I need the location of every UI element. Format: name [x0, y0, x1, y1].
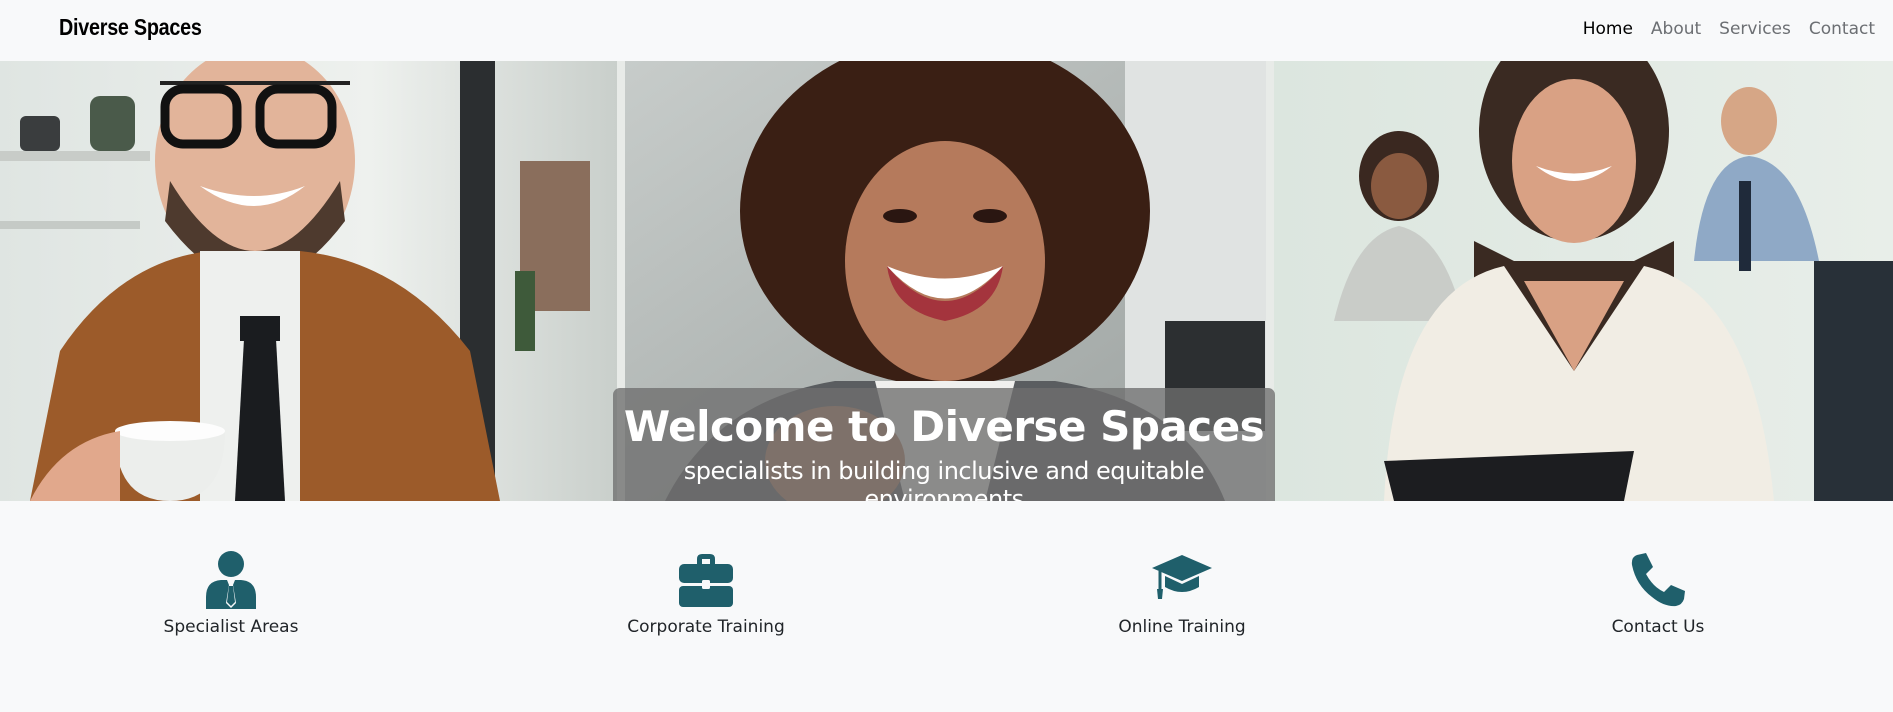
feature-label: Contact Us: [1611, 617, 1705, 637]
features-row: Specialist Areas Corporate Training Onli…: [0, 501, 1893, 712]
nav-links: Home About Services Contact: [1583, 19, 1875, 39]
hero-photo-man-with-coffee: [0, 61, 617, 501]
nav-link-about[interactable]: About: [1651, 19, 1701, 39]
feature-label: Specialist Areas: [163, 617, 299, 637]
phone-icon: [1631, 553, 1685, 607]
feature-contact-us[interactable]: Contact Us: [1508, 549, 1808, 637]
nav-link-home[interactable]: Home: [1583, 19, 1633, 39]
hero-subtitle: specialists in building inclusive and eq…: [683, 457, 1205, 501]
hero-title: Welcome to Diverse Spaces: [623, 402, 1265, 451]
feature-specialist-areas[interactable]: Specialist Areas: [81, 549, 381, 637]
briefcase-icon: [679, 554, 733, 607]
nav-link-services[interactable]: Services: [1719, 19, 1791, 39]
graduation-cap-icon: [1152, 555, 1212, 599]
hero-banner: Welcome to Diverse Spaces specialists in…: [0, 61, 1893, 501]
feature-label: Corporate Training: [627, 617, 785, 637]
nav-link-contact[interactable]: Contact: [1809, 19, 1875, 39]
navbar: Diverse Spaces Home About Services Conta…: [0, 0, 1893, 61]
feature-corporate-training[interactable]: Corporate Training: [556, 549, 856, 637]
hero-photo-woman-white-blouse: [1274, 61, 1893, 501]
feature-online-training[interactable]: Online Training: [1032, 549, 1332, 637]
feature-label: Online Training: [1118, 617, 1246, 637]
hero-caption: Welcome to Diverse Spaces specialists in…: [613, 388, 1275, 501]
brand-logo[interactable]: Diverse Spaces: [59, 14, 202, 41]
user-tie-icon: [206, 551, 256, 609]
